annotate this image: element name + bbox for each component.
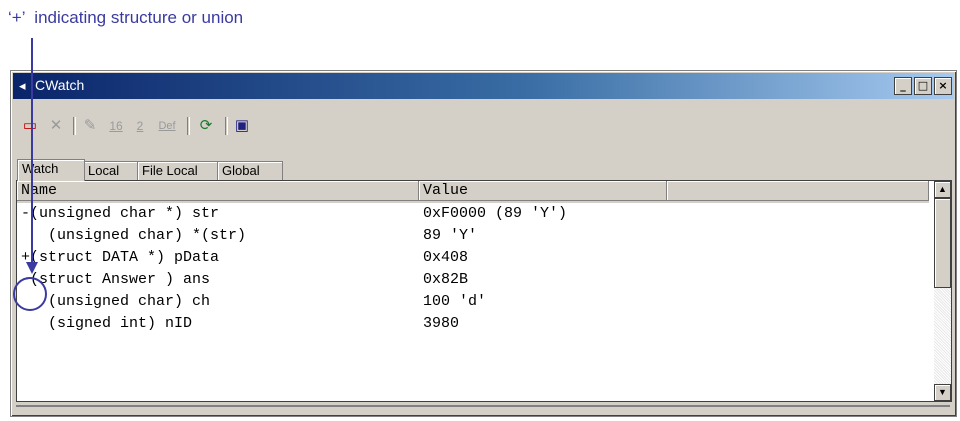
close-button[interactable]: × bbox=[934, 77, 952, 95]
cwatch-window: ◂ CWatch _ □ × ▭ ✕ ✎ 16 2 Def ⟳ ▣ Watch … bbox=[10, 70, 957, 417]
table-row[interactable]: -(unsigned char *) str 0xF0000 (89 'Y') bbox=[17, 203, 929, 225]
minimize-button[interactable]: _ bbox=[894, 77, 912, 95]
table-row[interactable]: (unsigned char) *(str) 89 'Y' bbox=[17, 225, 929, 247]
scroll-up-icon[interactable]: ▲ bbox=[934, 181, 951, 198]
annotation-label: ‘+’ indicating structure or union bbox=[8, 8, 244, 27]
vertical-scrollbar[interactable]: ▲ ▼ bbox=[934, 181, 951, 401]
toolbar-separator bbox=[187, 117, 190, 135]
default-radix-icon[interactable]: Def bbox=[153, 115, 181, 137]
row-value: 0x408 bbox=[423, 249, 469, 266]
table-row[interactable]: -(struct Answer ) ans 0x82B bbox=[17, 269, 929, 291]
binary-radix-icon[interactable]: 2 bbox=[129, 115, 151, 137]
row-name: -(struct Answer ) ans bbox=[21, 271, 211, 288]
scroll-thumb[interactable] bbox=[934, 198, 951, 288]
tab-file-local[interactable]: File Local bbox=[137, 161, 219, 180]
table-row[interactable]: +(struct DATA *) pData 0x408 bbox=[17, 247, 929, 269]
column-header-empty bbox=[667, 181, 929, 201]
table-row[interactable]: (signed int) nID 3980 bbox=[17, 313, 929, 335]
row-name: (signed int) nID bbox=[21, 315, 193, 332]
toolbar-separator bbox=[73, 117, 76, 135]
row-name: -(unsigned char *) str bbox=[21, 205, 220, 222]
maximize-button[interactable]: □ bbox=[914, 77, 932, 95]
toolbar: ▭ ✕ ✎ 16 2 Def ⟳ ▣ bbox=[15, 115, 952, 139]
title-bar[interactable]: ◂ CWatch _ □ × bbox=[13, 73, 954, 99]
window-icon[interactable]: ▣ bbox=[231, 115, 253, 137]
row-value: 3980 bbox=[423, 315, 460, 332]
edit-pencil-icon[interactable]: ✎ bbox=[79, 115, 101, 137]
tab-global[interactable]: Global bbox=[217, 161, 283, 180]
tab-local[interactable]: Local bbox=[83, 161, 139, 180]
column-header-value[interactable]: Value bbox=[419, 181, 667, 201]
window-title: CWatch bbox=[35, 77, 85, 93]
refresh-icon[interactable]: ⟳ bbox=[195, 115, 217, 137]
tab-watch[interactable]: Watch bbox=[17, 159, 85, 181]
row-value: 0xF0000 (89 'Y') bbox=[423, 205, 568, 222]
table-row[interactable]: (unsigned char) ch 100 'd' bbox=[17, 291, 929, 313]
row-name: (unsigned char) ch bbox=[21, 293, 211, 310]
watch-list: Name Value -(unsigned char *) str 0xF000… bbox=[16, 180, 952, 402]
list-header: Name Value bbox=[17, 181, 929, 203]
delete-icon[interactable]: ✕ bbox=[45, 115, 67, 137]
toolbar-separator bbox=[225, 117, 228, 135]
column-header-name[interactable]: Name bbox=[17, 181, 419, 201]
scroll-down-icon[interactable]: ▼ bbox=[934, 384, 951, 401]
add-watch-icon[interactable]: ▭ bbox=[19, 115, 41, 137]
row-name: (unsigned char) *(str) bbox=[21, 227, 247, 244]
cwatch-app-icon: ◂ bbox=[19, 78, 26, 93]
hex-radix-icon[interactable]: 16 bbox=[105, 115, 127, 137]
row-value: 100 'd' bbox=[423, 293, 487, 310]
status-divider bbox=[16, 405, 950, 413]
row-value: 0x82B bbox=[423, 271, 469, 288]
row-value: 89 'Y' bbox=[423, 227, 478, 244]
row-name: +(struct DATA *) pData bbox=[21, 249, 220, 266]
